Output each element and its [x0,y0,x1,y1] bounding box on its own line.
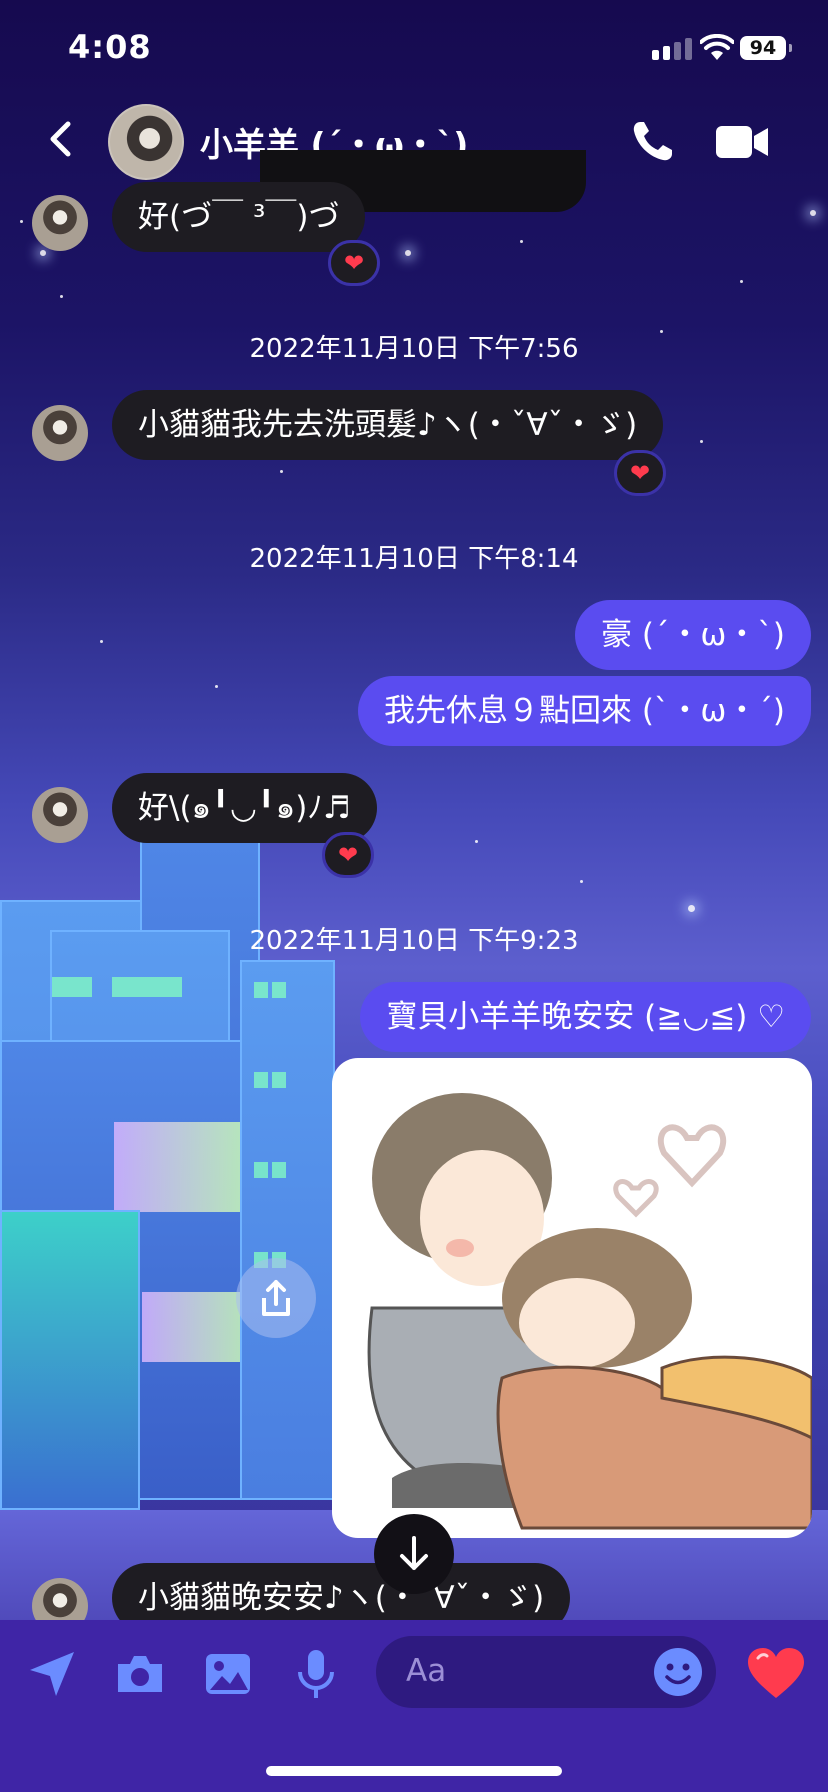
star [100,640,103,643]
share-icon [262,1280,290,1316]
message-bubble-outgoing[interactable]: 寶貝小羊羊晚安安 (≧◡≦) ♡ [360,982,811,1052]
star [405,250,411,256]
sender-avatar [32,405,88,461]
window [254,1072,268,1088]
sender-avatar [32,195,88,251]
star [20,220,23,223]
emoji-icon[interactable] [650,1644,706,1700]
sender-avatar [32,787,88,843]
window [272,1162,286,1178]
message-bubble-incoming[interactable]: 好(づ￣ ³￣)づ [112,182,366,252]
moon-icon [514,622,542,678]
message-bubble-outgoing[interactable]: 我先休息９點回來 (`・ω・´) [357,676,811,746]
wifi-icon [700,34,734,60]
hug-sticker-illustration [367,1093,812,1530]
window [272,1072,286,1088]
phone-icon[interactable] [628,116,678,166]
send-location-icon[interactable] [24,1646,80,1702]
share-button[interactable] [236,1258,316,1338]
message-bubble-incoming[interactable]: 小貓貓我先去洗頭髮♪ヽ(・ˇ∀ˇ・ゞ) [112,390,664,460]
image-icon[interactable] [200,1646,256,1702]
heart-reaction[interactable]: ❤ [614,450,666,496]
message-bubble-outgoing[interactable]: 豪 (´・ω・`) [574,600,811,670]
window [254,1162,268,1178]
window [272,982,286,998]
window [142,1292,242,1362]
status-bar: 4:08 94 [0,0,828,96]
window [114,1122,240,1212]
star [810,210,816,216]
home-indicator [266,1766,562,1776]
star [688,905,695,912]
sender-avatar [32,1578,88,1620]
contact-avatar[interactable] [108,104,184,180]
message-bubble-incoming[interactable]: 小貓貓晚安安♪ヽ(・ˇ∀ˇ・ゞ) [112,1563,571,1620]
star [60,295,63,298]
heart-icon[interactable] [746,1646,806,1702]
battery-indicator: 94 [740,36,792,60]
window [52,977,92,997]
scroll-to-bottom-button[interactable] [374,1514,454,1594]
star [280,470,283,473]
status-time: 4:08 [68,28,152,66]
timestamp: 2022年11月10日 下午8:14 [249,544,579,574]
star [740,280,743,283]
signal-icon [652,38,692,60]
building [0,1210,140,1510]
timestamp: 2022年11月10日 下午7:56 [249,334,579,364]
star [520,240,523,243]
building [240,960,335,1500]
heart-reaction[interactable]: ❤ [328,240,380,286]
star [700,440,703,443]
sticker-image-message[interactable] [332,1058,812,1538]
microphone-icon[interactable] [288,1646,344,1702]
star [580,880,583,883]
video-camera-icon[interactable] [714,120,770,164]
camera-icon[interactable] [112,1646,168,1702]
star [475,840,478,843]
message-input-placeholder: Aa [406,1653,447,1689]
message-input[interactable]: Aa [376,1636,716,1708]
heart-reaction[interactable]: ❤ [322,832,374,878]
star [215,685,218,688]
timestamp: 2022年11月10日 下午9:23 [249,926,579,956]
arrow-down-icon [400,1536,428,1570]
window [112,977,182,997]
back-chevron-icon[interactable] [38,114,88,164]
star [40,250,46,256]
chat-screen: 4:08 94 小羊羊 (´・ω・`) 好(づ￣ ³￣)づ ❤ 2022年11月… [0,0,828,1792]
window [254,982,268,998]
